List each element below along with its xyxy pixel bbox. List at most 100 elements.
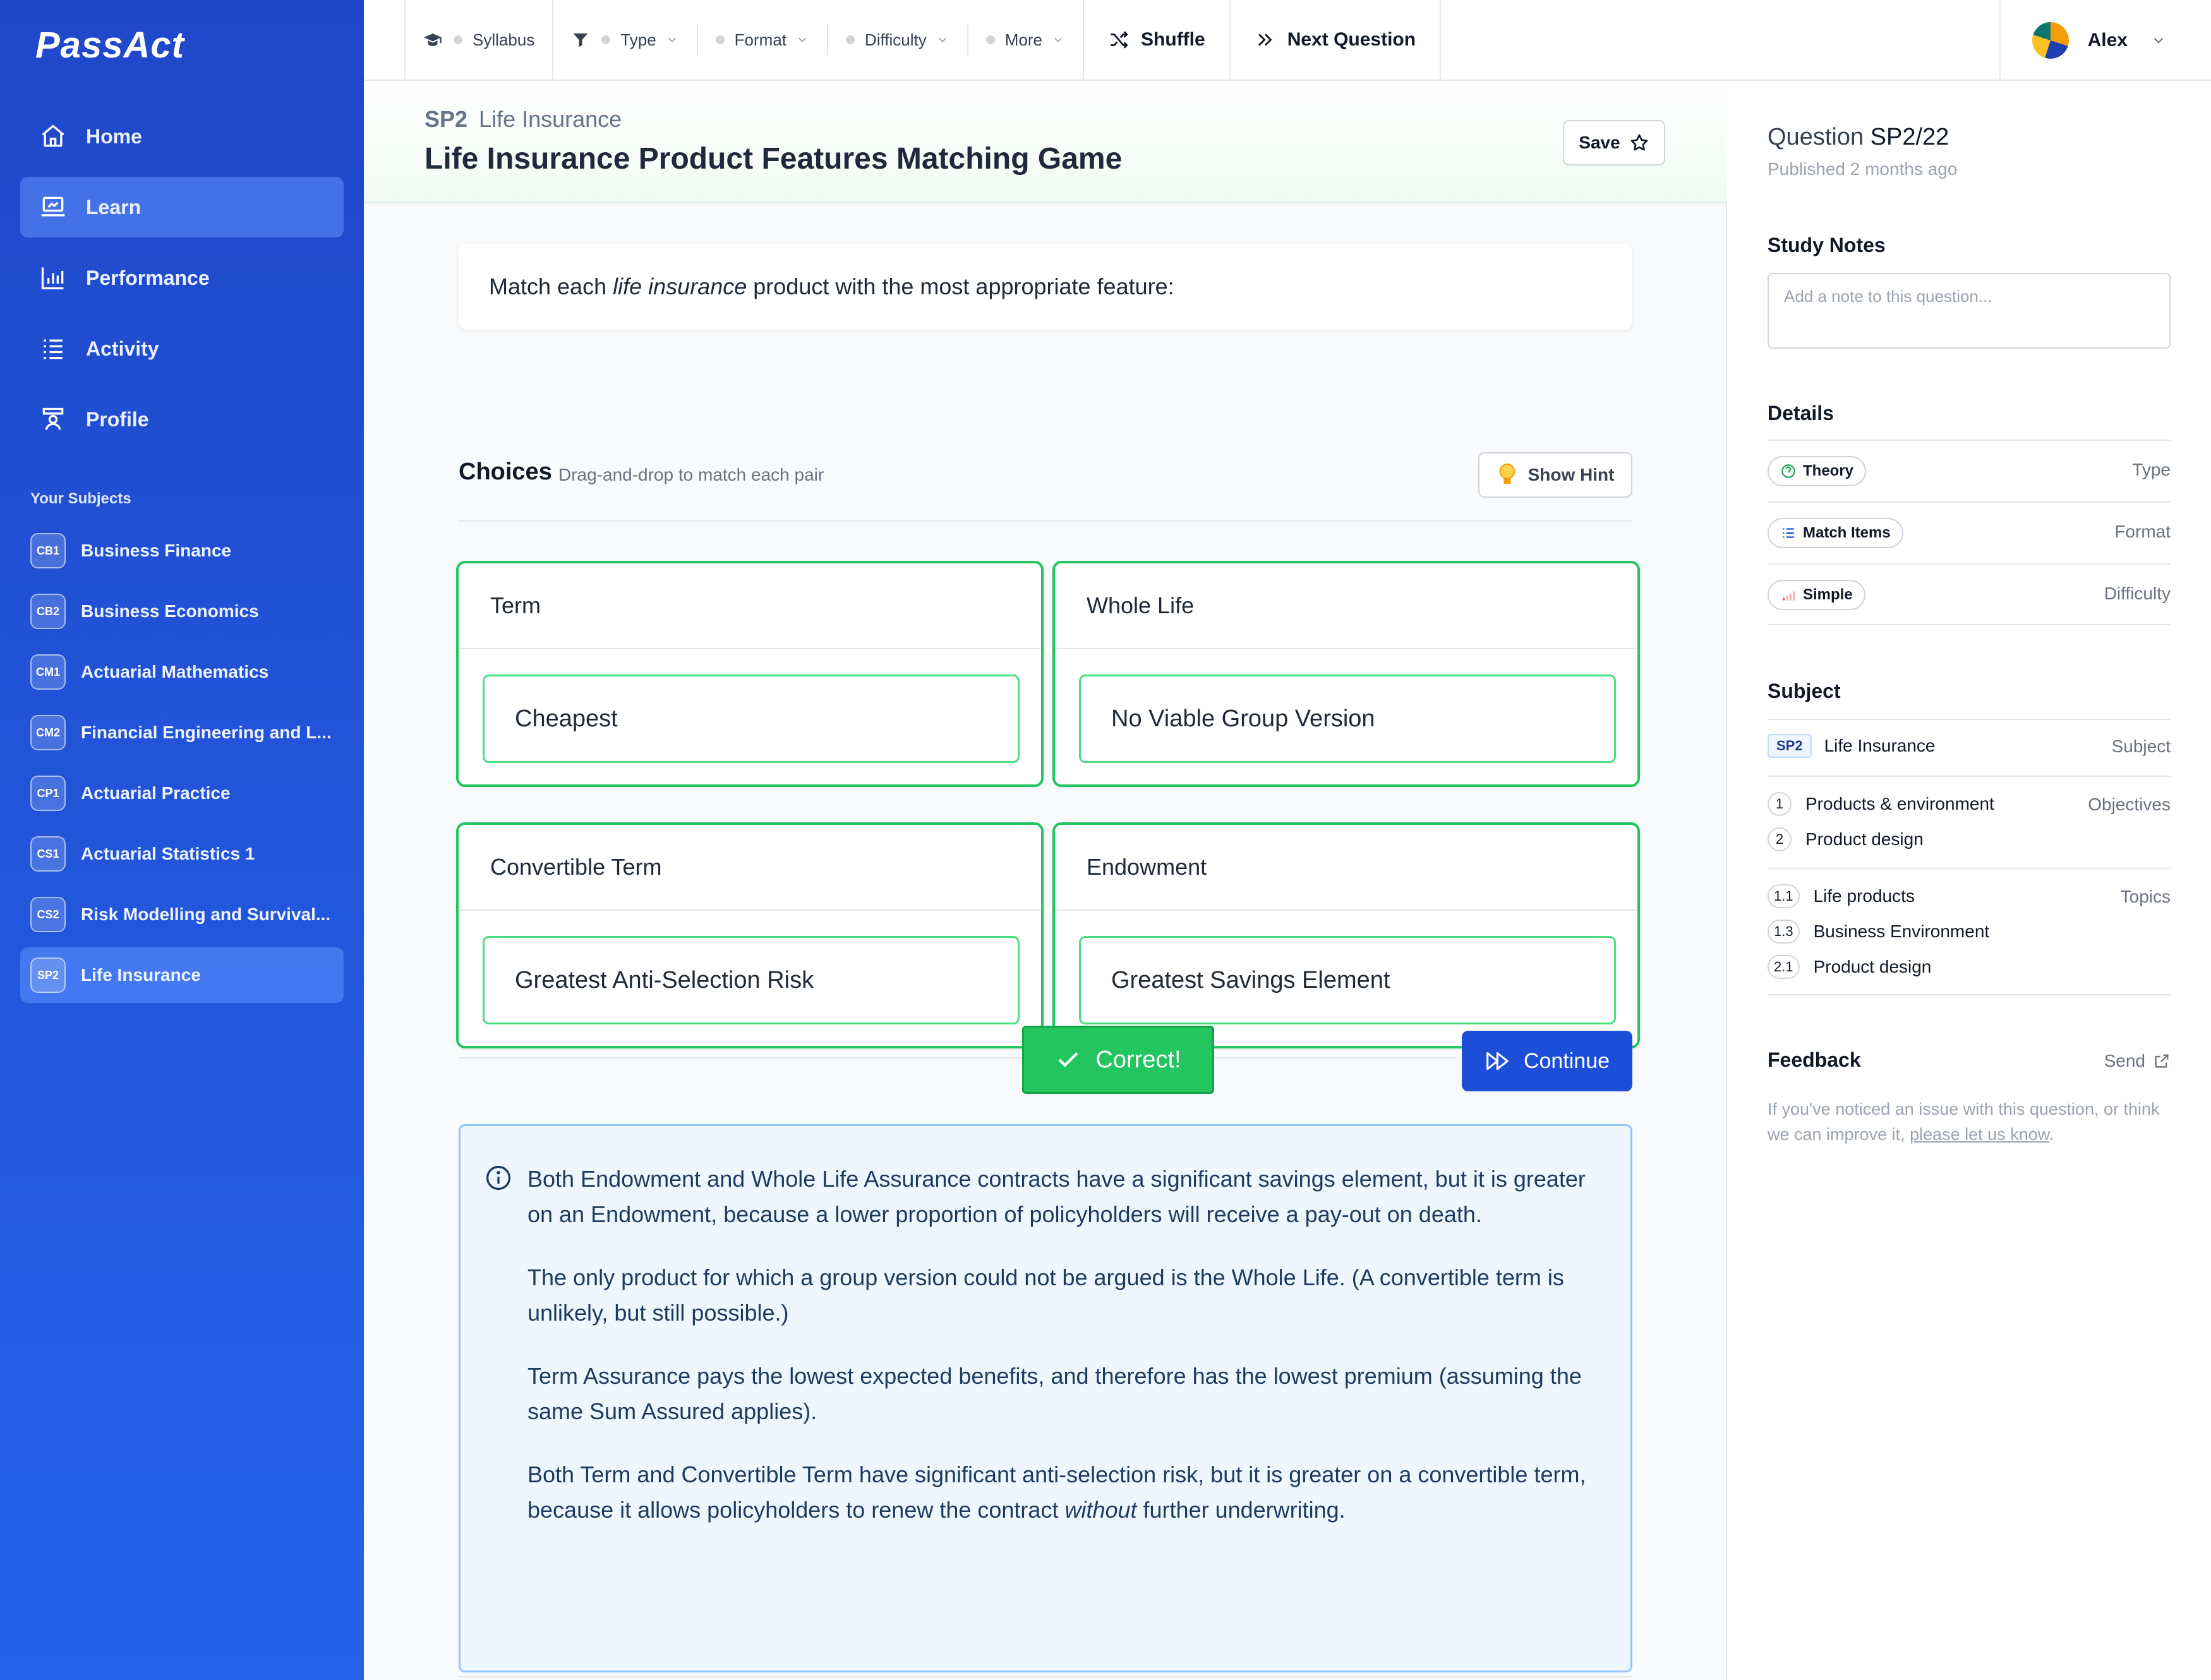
subject-item-sp2[interactable]: SP2 Life Insurance [20,947,344,1003]
objective-label: Product design [1805,829,1924,849]
product-label: Whole Life [1055,563,1637,649]
breadcrumb-subject[interactable]: Life Insurance [479,106,622,132]
nav-item-performance[interactable]: Performance [20,248,344,308]
subject-item-cm1[interactable]: CM1 Actuarial Mathematics [20,644,344,700]
continue-button[interactable]: Continue [1462,1031,1632,1091]
choices-instructions: Drag-and-drop to match each pair [558,465,824,484]
study-notes-input[interactable]: Add a note to this question... [1768,273,2171,349]
nav-item-home[interactable]: Home [20,106,344,167]
feedback-title: Feedback [1768,1048,1861,1071]
type-pill[interactable]: Theory [1768,456,1867,486]
difficulty-label: Difficulty [2104,584,2171,603]
explanation-paragraph: Both Endowment and Whole Life Assurance … [527,1166,1586,1227]
objective-number: 1 [1768,792,1792,816]
shuffle-icon [1111,31,1128,49]
feedback-end: . [2049,1125,2054,1144]
topic-item[interactable]: 1.1 Life products [1768,884,1915,908]
feature-drop-slot[interactable]: Greatest Anti-Selection Risk [483,936,1020,1024]
match-card-term: Term Cheapest [456,561,1044,787]
subject-item-cm2[interactable]: CM2 Financial Engineering and L... [20,705,344,760]
feedback-link[interactable]: please let us know [1910,1125,2049,1144]
prompt-emphasis: life insurance [613,273,747,299]
signal-icon [1783,591,1795,601]
divider [459,1676,1632,1677]
objective-item[interactable]: 2 Product design [1768,827,1924,851]
subject-code-badge: SP2 [30,957,66,993]
choices-header: Choices Drag-and-drop to match each pair… [459,452,1632,522]
nav-item-activity[interactable]: Activity [20,318,344,379]
subject-label: Business Economics [81,601,259,621]
feature-drop-slot[interactable]: No Viable Group Version [1079,675,1616,763]
breadcrumb: SP2 Life Insurance [425,106,622,133]
show-hint-button[interactable]: Show Hint [1478,452,1632,498]
objective-item[interactable]: 1 Products & environment [1768,792,1994,816]
subject-item-cs1[interactable]: CS1 Actuarial Statistics 1 [20,826,344,882]
user-name: Alex [2087,30,2128,51]
product-label: Endowment [1055,825,1637,911]
explanation-panel: Both Endowment and Whole Life Assurance … [459,1124,1632,1672]
type-label: Type [2132,460,2171,479]
detail-row-format: Match Items Format [1768,501,2171,563]
subject-code-badge: SP2 [1768,734,1812,758]
nav-item-learn[interactable]: Learn [20,177,344,237]
question-info-panel: Question SP2/22 Published 2 months ago S… [1728,81,2211,1680]
main-nav: Home Learn Performance Activity Profile [20,106,344,460]
study-notes-title: Study Notes [1768,234,1886,256]
result-label: Correct! [1095,1046,1181,1073]
published-date: Published 2 months ago [1768,159,1958,179]
topic-label: Life products [1813,886,1915,906]
next-question-button[interactable]: Next Question [1231,15,1440,65]
info-icon [486,1165,511,1191]
subject-item-cp1[interactable]: CP1 Actuarial Practice [20,765,344,821]
app-logo[interactable]: PassAct [35,24,184,66]
nav-item-profile[interactable]: Profile [20,389,344,450]
explanation-emphasis: without [1064,1497,1137,1523]
difficulty-label: Difficulty [865,30,927,49]
subject-item-cb2[interactable]: CB2 Business Economics [20,584,344,639]
status-dot [985,35,995,44]
question-header: SP2 Life Insurance Life Insurance Product… [364,81,1727,203]
topic-item[interactable]: 1.3 Business Environment [1768,920,1989,944]
format-label: Format [2114,522,2171,541]
subject-label: Actuarial Statistics 1 [81,844,255,863]
list-icon [1783,528,1794,538]
syllabus-filter[interactable]: Syllabus [406,15,552,65]
difficulty-filter[interactable]: Difficulty [828,15,967,65]
divider [459,1057,1455,1059]
match-card-whole-life: Whole Life No Viable Group Version [1052,561,1640,787]
filter-icon [574,33,588,47]
subject-code-badge: CM1 [30,654,66,690]
format-filter[interactable]: Format [698,15,827,65]
format-pill[interactable]: Match Items [1768,518,1903,548]
user-menu[interactable]: Alex [1999,0,2167,81]
profile-icon [42,407,64,431]
subject-label: Financial Engineering and L... [81,723,332,742]
explanation-paragraph: Both Term and Convertible Term have sign… [527,1457,1603,1528]
syllabus-label: Syllabus [473,30,535,49]
subject-item-cs2[interactable]: CS2 Risk Modelling and Survival... [20,887,344,942]
subject-link[interactable]: SP2 Life Insurance [1768,734,1935,758]
nav-label: Learn [86,195,142,219]
feedback-send-link[interactable]: Send [2104,1051,2171,1071]
feature-drop-slot[interactable]: Cheapest [483,675,1020,763]
shuffle-label: Shuffle [1141,29,1205,50]
match-card-endowment: Endowment Greatest Savings Element [1052,822,1640,1048]
topic-number: 1.1 [1768,884,1800,908]
laptop-icon [41,196,65,217]
breadcrumb-code[interactable]: SP2 [425,106,467,132]
shuffle-group: Shuffle [1083,0,1229,80]
chevron-down-icon [798,37,807,43]
objectives-label: Objectives [2088,795,2171,814]
shuffle-button[interactable]: Shuffle [1084,15,1229,65]
explanation-paragraph: The only product for which a group versi… [527,1264,1564,1326]
topic-item[interactable]: 2.1 Product design [1768,955,1931,979]
nav-label: Profile [86,407,149,431]
save-button[interactable]: Save [1563,120,1665,165]
difficulty-pill[interactable]: Simple [1768,580,1865,610]
difficulty-value: Simple [1803,586,1853,603]
filter-group: Type Format Difficulty More [552,0,1083,80]
type-filter[interactable]: Type [553,15,696,65]
more-filter[interactable]: More [968,15,1083,65]
subject-item-cb1[interactable]: CB1 Business Finance [20,523,344,579]
feature-drop-slot[interactable]: Greatest Savings Element [1079,936,1616,1024]
